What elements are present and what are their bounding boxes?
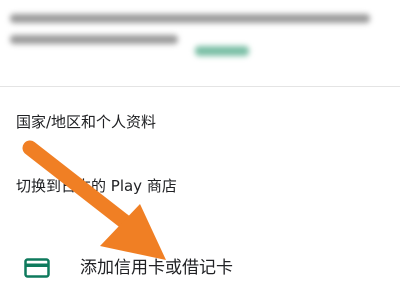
add-card-label: 添加信用卡或借记卡 <box>80 258 233 278</box>
payment-settings-screen: 国家/地区和个人资料 切换到日本的 Play 商店 添加信用卡或借记卡 <box>0 0 400 294</box>
country-profile-item[interactable]: 国家/地区和个人资料 <box>16 112 156 132</box>
blurred-link[interactable] <box>195 46 250 56</box>
divider <box>0 86 400 87</box>
credit-card-icon <box>24 258 50 278</box>
blurred-line <box>10 14 370 23</box>
blurred-line <box>10 35 178 44</box>
blurred-notice-text <box>10 14 380 74</box>
switch-store-item[interactable]: 切换到日本的 Play 商店 <box>16 176 177 196</box>
add-card-button[interactable]: 添加信用卡或借记卡 <box>0 246 400 290</box>
